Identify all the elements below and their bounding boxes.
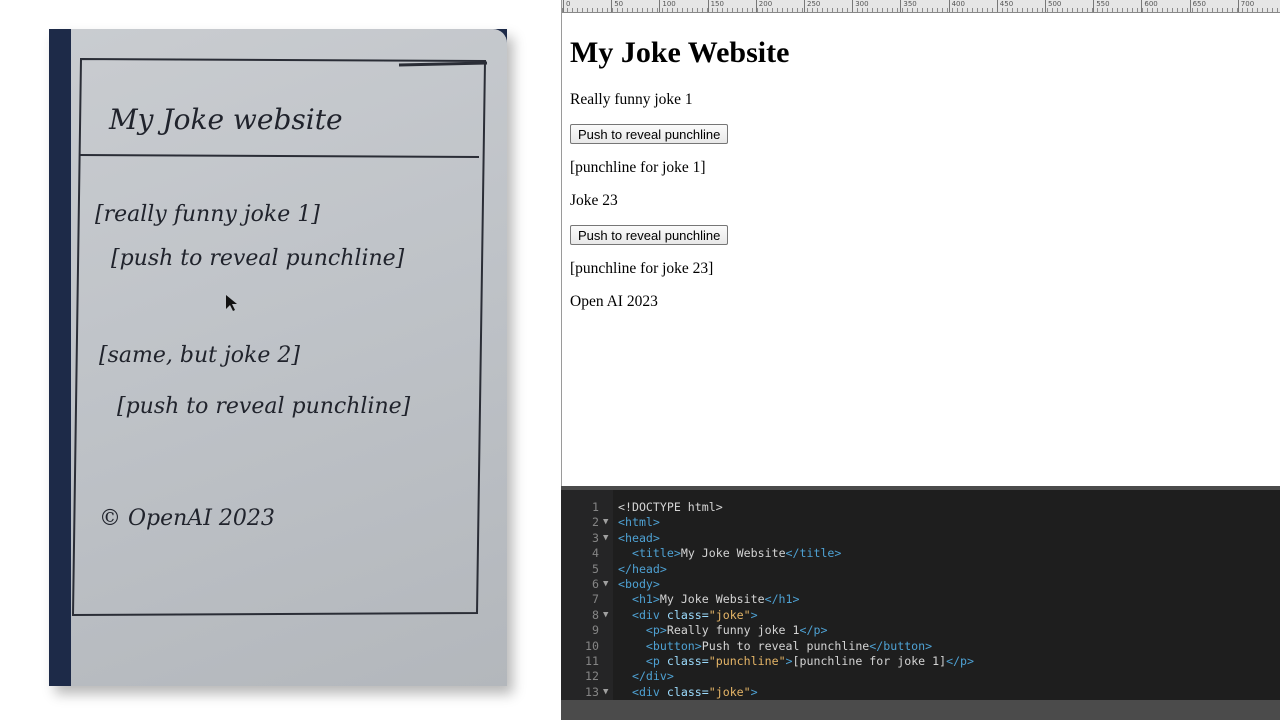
line-number: 2 bbox=[592, 515, 599, 530]
joke2-text: Joke 23 bbox=[570, 192, 618, 209]
code-line[interactable]: 2 ▼ <html> bbox=[561, 515, 1280, 530]
fold-toggle-icon[interactable]: ▼ bbox=[603, 577, 608, 592]
joke1-text: Really funny joke 1 bbox=[570, 91, 693, 108]
sketch-footer: © OpenAI 2023 bbox=[99, 506, 275, 531]
line-number: 6 bbox=[592, 577, 599, 591]
sketch-header-divider bbox=[78, 154, 480, 158]
line-number: 10 bbox=[585, 638, 599, 653]
reveal-punchline-button-1[interactable]: Push to reveal punchline bbox=[570, 124, 729, 144]
ruler-tick: 300 bbox=[852, 0, 869, 12]
code-text: <title>My Joke Website</title> bbox=[631, 546, 842, 561]
code-line[interactable]: 8 ▼ <div class="joke"> bbox=[561, 608, 1280, 623]
ruler-tick: 500 bbox=[1044, 0, 1062, 12]
ruler-tick: 400 bbox=[948, 0, 965, 12]
code-text: <h1>My Joke Website</h1> bbox=[631, 592, 800, 607]
code-text: <button>Push to reveal punchline</button… bbox=[645, 638, 933, 653]
code-line[interactable]: 1 <!DOCTYPE html> bbox=[561, 500, 1280, 515]
code-line[interactable]: 5 </head> bbox=[561, 562, 1280, 577]
sketch-frame bbox=[71, 57, 487, 617]
footer-text: Open AI 2023 bbox=[570, 293, 658, 310]
line-number: 11 bbox=[585, 654, 599, 668]
sketch-title: My Joke website bbox=[108, 103, 343, 136]
code-text: </div> bbox=[631, 669, 674, 684]
ruler-tick: 600 bbox=[1141, 0, 1158, 12]
code-text: <html> bbox=[618, 515, 660, 530]
code-text: <p class="punchline">[punchline for joke… bbox=[645, 654, 975, 668]
code-text: <p>Really funny joke 1</p> bbox=[645, 623, 828, 638]
ruler-tick: 200 bbox=[755, 0, 773, 12]
reveal-punchline-button-2[interactable]: Push to reveal punchline bbox=[570, 225, 729, 245]
ruler-tick: 700 bbox=[1237, 0, 1255, 12]
line-number: 12 bbox=[585, 669, 599, 684]
ruler-tick: 100 bbox=[659, 0, 676, 12]
sketch-drawing: My Joke website [really funny joke 1] [p… bbox=[71, 57, 488, 617]
code-text: <!DOCTYPE html> bbox=[618, 500, 723, 514]
code-line[interactable]: 10 <button>Push to reveal punchline</but… bbox=[561, 639, 1280, 654]
line-number: 1 bbox=[592, 500, 599, 514]
ruler-tick: 50 bbox=[611, 0, 624, 12]
line-number: 4 bbox=[592, 546, 599, 561]
code-line[interactable]: 9 <p>Really funny joke 1</p> bbox=[561, 623, 1280, 638]
line-number: 13 bbox=[585, 684, 599, 699]
code-line[interactable]: 4 <title>My Joke Website</title> bbox=[561, 546, 1280, 561]
page-heading: My Joke Website bbox=[570, 36, 790, 69]
code-text: <div class="joke"> bbox=[631, 607, 758, 622]
line-number: 8 bbox=[592, 607, 599, 622]
punchline2-text: [punchline for joke 23] bbox=[570, 260, 714, 277]
sketch-joke2: [same, but joke 2] bbox=[99, 343, 300, 368]
fold-toggle-icon[interactable]: ▼ bbox=[603, 608, 608, 623]
line-number: 5 bbox=[592, 561, 599, 576]
ruler-tick: 650 bbox=[1189, 0, 1206, 12]
fold-toggle-icon[interactable]: ▼ bbox=[603, 515, 608, 530]
cursor-icon bbox=[226, 295, 237, 311]
ruler-tick: 550 bbox=[1093, 0, 1110, 12]
sketch-reveal1: [push to reveal punchline] bbox=[111, 246, 405, 271]
punchline1-text: [punchline for joke 1] bbox=[570, 159, 706, 176]
ruler-tick: 150 bbox=[707, 0, 724, 12]
sketch-stroke bbox=[398, 61, 488, 67]
code-text: <head> bbox=[618, 530, 660, 545]
code-line[interactable]: 11 <p class="punchline">[punchline for j… bbox=[561, 654, 1280, 669]
ruler-tick: 250 bbox=[803, 0, 821, 12]
line-number: 9 bbox=[592, 623, 599, 638]
ruler-tick: 0 bbox=[562, 0, 571, 12]
ruler-tick: 350 bbox=[900, 0, 917, 12]
sketch-joke1: [really funny joke 1] bbox=[95, 202, 320, 227]
sketch-photo: My Joke website [really funny joke 1] [p… bbox=[49, 29, 507, 686]
code-line[interactable]: 7 <h1>My Joke Website</h1> bbox=[561, 592, 1280, 607]
code-text: </head> bbox=[618, 561, 667, 576]
line-number: 7 bbox=[592, 592, 599, 607]
fold-toggle-icon[interactable]: ▼ bbox=[603, 531, 608, 546]
code-line[interactable]: 12 </div> bbox=[561, 669, 1280, 684]
code-editor[interactable]: 1 <!DOCTYPE html> 2 ▼ <html> 3 ▼ <head> 4 <title… bbox=[561, 486, 1280, 720]
code-line[interactable]: 3 ▼ <head> bbox=[561, 531, 1280, 546]
render-preview: 0 50 100 150 200 250 300 350 400 450 500 550 600 650 7… bbox=[561, 0, 1280, 486]
code-text: <body> bbox=[618, 577, 660, 591]
sketch-reveal2: [push to reveal punchline] bbox=[117, 394, 411, 419]
line-number: 3 bbox=[592, 530, 599, 545]
ruler-tick: 450 bbox=[996, 0, 1014, 12]
code-line[interactable]: 13 ▼ <div class="joke"> bbox=[561, 685, 1280, 700]
code-text: <div class="joke"> bbox=[631, 684, 758, 699]
rendered-page: My Joke Website Really funny joke 1 Push… bbox=[570, 12, 790, 310]
code-line[interactable]: 6 ▼ <body> bbox=[561, 577, 1280, 592]
fold-toggle-icon[interactable]: ▼ bbox=[603, 685, 608, 700]
editor-status-bar bbox=[561, 700, 1280, 720]
